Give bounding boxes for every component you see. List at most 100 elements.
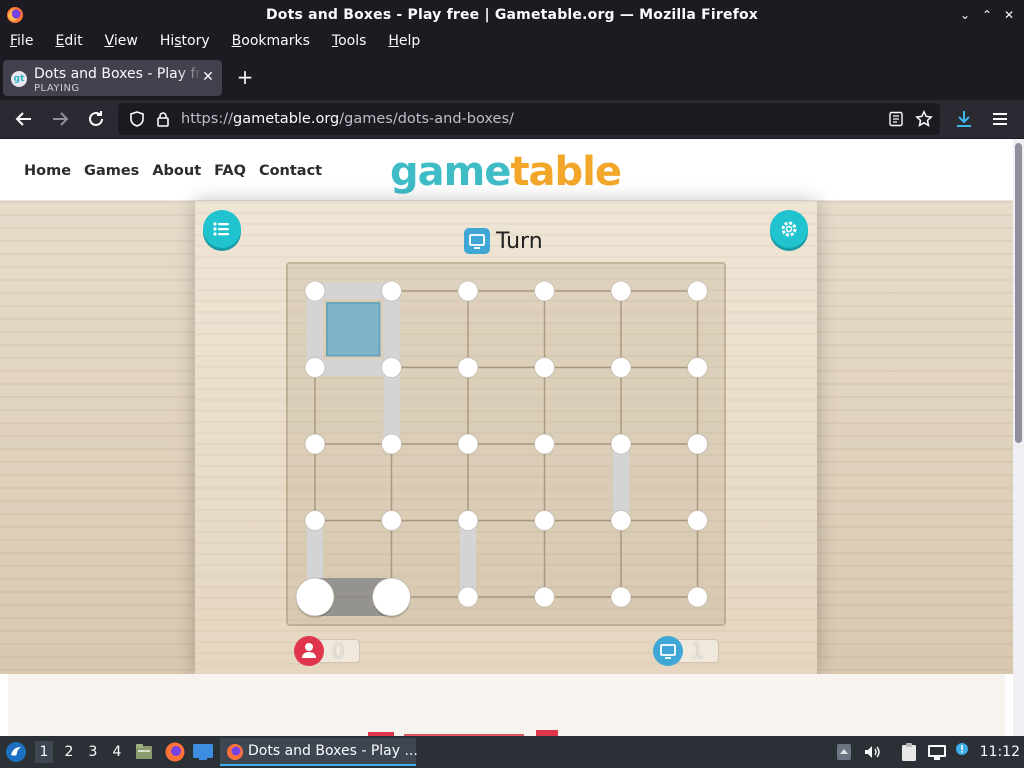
tab-title: Dots and Boxes - Play free | Gametable.o… [34,66,202,82]
nav-games-link[interactable]: Games [84,163,139,179]
navigation-toolbar: https://gametable.org/games/dots-and-box… [0,100,1024,138]
board-dot[interactable] [381,433,402,455]
firefox-launcher-icon[interactable] [164,741,186,763]
board-dot[interactable] [687,510,708,531]
new-tab-button[interactable]: + [234,66,256,88]
page-scrollbar[interactable] [1013,139,1024,736]
tray-up-arrow-icon[interactable] [836,743,852,761]
game-menu-button[interactable] [203,210,241,248]
game-panel: Turn 0 1 [195,201,817,674]
board-dot[interactable] [687,357,708,378]
taskbar: 1 2 3 4 Dots and Boxes - Play ... 11:12 [0,736,1024,768]
nav-home-link[interactable]: Home [24,163,71,179]
board-dot[interactable] [610,433,632,455]
page-content-below [0,674,1013,736]
workspace-1[interactable]: 1 [35,741,53,763]
computer-player-icon [653,636,683,666]
back-icon[interactable] [12,107,36,131]
firefox-task-icon [227,744,243,760]
board-dot[interactable] [610,280,632,302]
board-dot[interactable] [457,510,479,531]
menu-edit[interactable]: Edit [55,30,82,54]
tab-close-icon[interactable]: ✕ [200,69,216,85]
url-bar[interactable]: https://gametable.org/games/dots-and-box… [118,103,940,135]
shield-icon[interactable] [128,110,146,128]
clock: 11:12 [979,744,1020,760]
board-svg[interactable] [288,264,728,628]
board-dot[interactable] [304,280,326,302]
content-card [8,674,1005,736]
menu-help[interactable]: Help [388,30,420,54]
board-dot[interactable] [304,357,326,378]
reload-icon[interactable] [84,107,108,131]
notification-icon[interactable] [954,741,970,757]
board-dot[interactable] [457,280,479,302]
board-dot[interactable] [534,357,555,378]
downloads-icon[interactable] [952,107,976,131]
board-dot[interactable] [534,280,555,302]
board-dot[interactable] [687,586,708,608]
user-icon [294,636,324,666]
board-dot[interactable] [610,586,632,608]
window-titlebar: Dots and Boxes - Play free | Gametable.o… [0,0,1024,30]
computer-score-value: 1 [691,639,704,663]
tab-strip: gt Dots and Boxes - Play free | Gametabl… [0,54,1024,100]
game-settings-button[interactable] [770,210,808,248]
lock-icon[interactable] [154,110,172,128]
nav-faq-link[interactable]: FAQ [214,163,246,179]
close-window-button[interactable]: ✕ [1002,5,1016,25]
menu-file[interactable]: File [10,30,33,54]
board-dot[interactable] [687,280,708,302]
nav-about-link[interactable]: About [152,163,201,179]
board-dot[interactable] [457,586,479,608]
menu-history[interactable]: History [160,30,210,54]
board-dot[interactable] [534,586,555,608]
board-dot[interactable] [304,510,326,531]
board-dot[interactable] [381,357,402,378]
turn-label: Turn [496,228,543,254]
taskbar-firefox-task[interactable]: Dots and Boxes - Play ... [220,738,418,766]
board-dot[interactable] [372,577,411,617]
board-dot[interactable] [534,433,555,455]
reader-view-icon[interactable] [888,111,904,127]
menu-tools[interactable]: Tools [332,30,367,54]
board-dot[interactable] [381,510,402,531]
desktop-icon[interactable] [192,742,214,762]
board-dot[interactable] [534,510,555,531]
scrollbar-thumb[interactable] [1015,143,1022,443]
workspace-4[interactable]: 4 [108,744,126,760]
site-nav: Home Games About FAQ Contact [24,163,322,179]
forward-icon[interactable] [48,107,72,131]
window-title: Dots and Boxes - Play free | Gametable.o… [265,7,759,23]
minimize-button[interactable]: ⌄ [958,5,972,25]
partial-heading-graphic [368,730,558,736]
list-icon [213,222,229,236]
web-page: Home Games About FAQ Contact gametable T… [0,139,1013,736]
board-dot[interactable] [687,433,708,455]
board-dot[interactable] [457,433,479,455]
clipboard-icon[interactable] [900,742,918,762]
maximize-button[interactable]: ⌃ [980,5,994,25]
menu-bookmarks[interactable]: Bookmarks [232,30,310,54]
nav-contact-link[interactable]: Contact [259,163,322,179]
board-dot[interactable] [610,510,632,531]
computer-icon [464,228,490,254]
menu-view[interactable]: View [105,30,138,54]
board-dot[interactable] [457,357,479,378]
board-dot[interactable] [610,357,632,378]
file-manager-icon[interactable] [134,742,154,762]
board-dot[interactable] [304,433,326,455]
workspace-3[interactable]: 3 [84,744,102,760]
start-menu-icon[interactable] [5,741,27,763]
gametable-logo[interactable]: gametable [390,149,622,195]
volume-icon[interactable] [863,743,881,761]
gear-icon [781,221,797,237]
dots-and-boxes-board[interactable] [286,262,726,626]
board-dot[interactable] [381,280,402,302]
bookmark-star-icon[interactable] [915,110,933,128]
network-icon[interactable] [927,743,947,761]
workspace-2[interactable]: 2 [60,744,78,760]
board-dot[interactable] [295,577,335,617]
tab-dots-and-boxes[interactable]: gt Dots and Boxes - Play free | Gametabl… [3,60,222,96]
hamburger-menu-icon[interactable] [988,107,1012,131]
